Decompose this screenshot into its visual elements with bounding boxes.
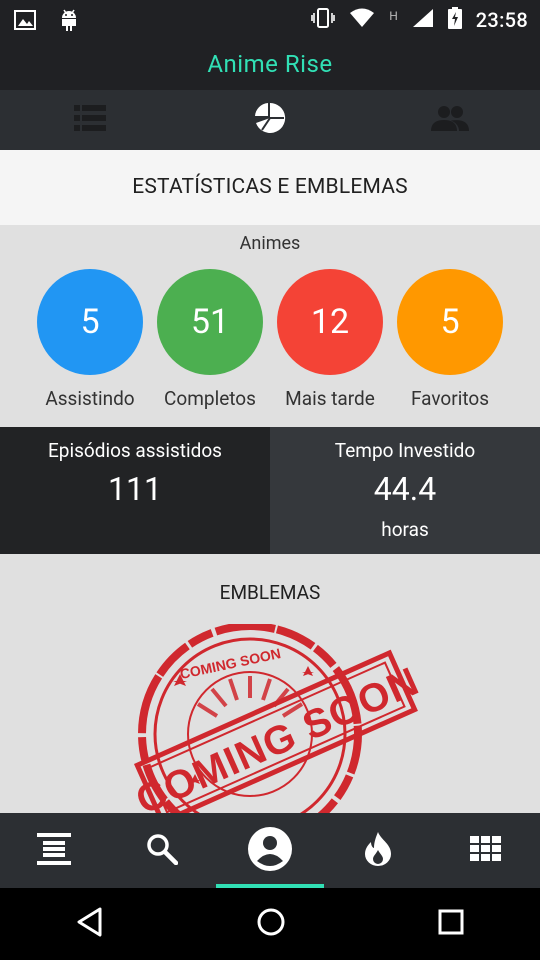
image-icon xyxy=(14,10,36,34)
stat-favorites[interactable]: 5 Favoritos xyxy=(390,269,510,410)
animes-title: Animes xyxy=(239,233,301,254)
emblems-section: EMBLEMAS COMING SOON COMING SOON xyxy=(0,554,540,813)
stat-value: 12 xyxy=(310,302,350,342)
episodes-label: Episódios assistidos xyxy=(48,439,222,462)
app-bar: Anime Rise xyxy=(0,38,540,90)
list-icon xyxy=(74,105,106,135)
stat-circle: 12 xyxy=(277,269,383,375)
section-title: ESTATÍSTICAS E EMBLEMAS xyxy=(132,175,408,199)
section-header: ESTATÍSTICAS E EMBLEMAS xyxy=(0,150,540,225)
time-label: Tempo Investido xyxy=(334,439,476,462)
stat-value: 5 xyxy=(440,302,460,342)
stat-completed[interactable]: 51 Completos xyxy=(150,269,270,410)
bottom-navigation xyxy=(0,813,540,888)
android-icon xyxy=(58,8,80,36)
bottom-nav-hot[interactable] xyxy=(324,813,432,888)
stamp-small-text: COMING SOON xyxy=(178,645,282,682)
stat-label: Assistindo xyxy=(45,387,135,410)
app-title: Anime Rise xyxy=(207,50,333,78)
tab-list[interactable] xyxy=(0,90,180,150)
fire-icon xyxy=(365,831,391,870)
counters-row: Episódios assistidos 111 Tempo Investido… xyxy=(0,427,540,554)
episodes-value: 111 xyxy=(108,470,162,508)
signal-icon xyxy=(412,8,434,32)
stat-later[interactable]: 12 Mais tarde xyxy=(270,269,390,410)
top-tabs xyxy=(0,90,540,150)
status-bar: H 23:58 xyxy=(0,0,540,38)
episodes-counter: Episódios assistidos 111 xyxy=(0,427,270,554)
time-unit: horas xyxy=(381,518,429,541)
bottom-nav-search[interactable] xyxy=(108,813,216,888)
grid-icon xyxy=(470,835,502,866)
stat-watching[interactable]: 5 Assistindo xyxy=(30,269,150,410)
system-navigation-bar xyxy=(0,888,540,960)
stat-value: 51 xyxy=(190,302,230,342)
feed-icon xyxy=(37,832,71,869)
recents-icon[interactable] xyxy=(438,909,464,939)
animes-stats: Animes 5 Assistindo 51 Completos 12 Mais… xyxy=(0,225,540,427)
wifi-icon xyxy=(349,8,375,32)
account-circle-icon xyxy=(248,826,292,875)
stat-circle: 5 xyxy=(397,269,503,375)
bottom-nav-feed[interactable] xyxy=(0,813,108,888)
search-icon xyxy=(146,833,179,869)
bottom-nav-grid[interactable] xyxy=(432,813,540,888)
time-value: 44.4 xyxy=(373,470,437,508)
stat-label: Mais tarde xyxy=(285,387,375,410)
stat-label: Favoritos xyxy=(410,387,489,410)
vibrate-icon xyxy=(311,7,335,33)
tab-people[interactable] xyxy=(360,90,540,150)
tab-statistics[interactable] xyxy=(180,90,360,150)
pie-chart-icon xyxy=(254,102,286,138)
time-counter: Tempo Investido 44.4 horas xyxy=(270,427,540,554)
stat-value: 5 xyxy=(80,302,100,342)
network-h-icon: H xyxy=(389,9,398,23)
people-icon xyxy=(431,105,469,135)
stat-circle: 51 xyxy=(157,269,263,375)
coming-soon-stamp: COMING SOON COMING SOON xyxy=(130,622,426,813)
home-icon[interactable] xyxy=(256,907,286,941)
bottom-nav-profile[interactable] xyxy=(216,813,324,888)
battery-charging-icon xyxy=(447,7,462,33)
stat-label: Completos xyxy=(164,387,256,410)
emblems-title: EMBLEMAS xyxy=(219,581,321,604)
stat-circle: 5 xyxy=(37,269,143,375)
status-clock: 23:58 xyxy=(475,8,528,32)
back-icon[interactable] xyxy=(76,907,104,941)
